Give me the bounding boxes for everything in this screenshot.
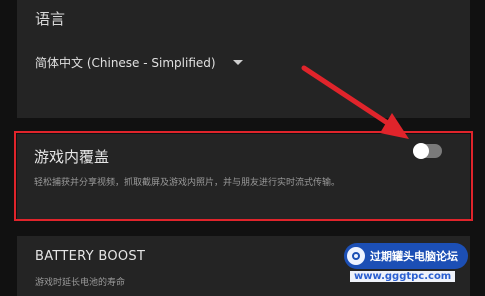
forum-logo-icon xyxy=(347,247,365,265)
watermark-url: www.gggtpc.com xyxy=(350,271,456,282)
watermark-badge: 过期罐头电脑论坛 xyxy=(344,243,468,269)
language-dropdown-value: 简体中文 (Chinese - Simplified) xyxy=(35,56,216,70)
watermark-name: 过期罐头电脑论坛 xyxy=(370,250,458,263)
language-section-title: 语言 xyxy=(35,10,66,28)
battery-boost-description: 游戏时延长电池的寿命 xyxy=(35,278,126,288)
settings-page: 语言 简体中文 (Chinese - Simplified) 游戏内覆盖 轻松捕… xyxy=(0,0,485,296)
language-dropdown[interactable]: 简体中文 (Chinese - Simplified) xyxy=(35,54,243,71)
chevron-down-icon xyxy=(232,60,243,65)
watermark: 过期罐头电脑论坛 www.gggtpc.com xyxy=(336,240,468,286)
highlight-box xyxy=(14,131,473,221)
battery-boost-title: BATTERY BOOST xyxy=(35,249,146,264)
language-card: 语言 简体中文 (Chinese - Simplified) xyxy=(17,0,470,118)
